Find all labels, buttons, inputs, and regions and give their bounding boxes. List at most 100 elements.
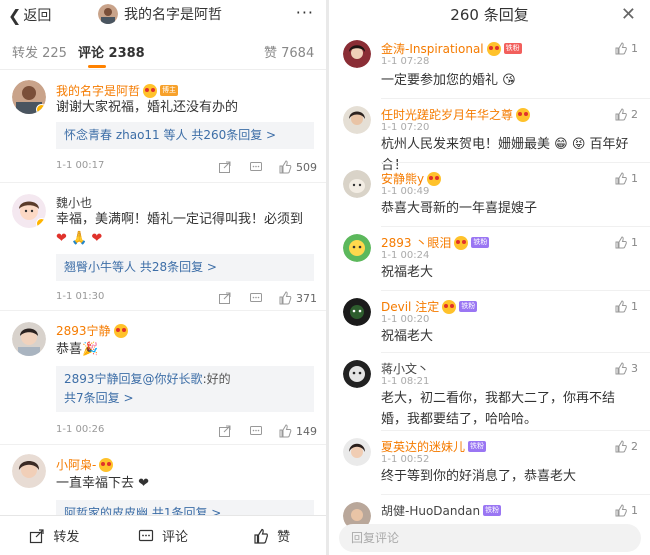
reply-count-link[interactable]: 共7条回复 > — [64, 389, 306, 408]
author-name: 安静熊y — [381, 172, 425, 186]
reply-count-link[interactable]: 共28条回复 > — [140, 260, 217, 274]
reply-author[interactable]: 夏英达的迷妹儿 铁粉 — [381, 438, 487, 455]
comment-button[interactable]: 评论 — [109, 516, 218, 555]
reply-author[interactable]: 蒋小文丶 — [381, 360, 429, 377]
divider — [381, 162, 650, 163]
comment-icon[interactable] — [249, 291, 263, 308]
divider — [381, 226, 650, 227]
share-icon[interactable] — [218, 424, 232, 441]
avatar[interactable] — [343, 234, 371, 262]
avatar[interactable] — [12, 454, 46, 488]
forward-button[interactable]: 转发 — [0, 516, 109, 555]
author-name: 2893 丶眼泪 — [381, 236, 452, 250]
tab-comment[interactable]: 评论 2388 — [78, 42, 145, 61]
reply-author[interactable]: 金涛-Inspirational 铁粉 — [381, 40, 522, 57]
avatar[interactable] — [343, 438, 371, 466]
page-title: 我的名字是阿哲 — [124, 7, 222, 23]
avatar[interactable] — [343, 360, 371, 388]
reply-summary[interactable]: 翘臀小牛等人 共28条回复 > — [56, 254, 314, 281]
sheet-header: 260 条回复 ✕ — [329, 0, 650, 30]
like-button[interactable]: 371 — [278, 291, 317, 305]
like-button[interactable]: 1 — [614, 300, 638, 313]
back-button[interactable]: ❮ 返回 — [8, 5, 51, 25]
fan-emoji-icon — [486, 41, 501, 56]
reply-summary[interactable]: 2893宁静回复@你好长歌:好的 共7条回复 > — [56, 366, 314, 412]
reply-input[interactable]: 回复评论 — [339, 524, 641, 552]
thumbs-up-icon — [615, 300, 627, 313]
comment-icon[interactable] — [249, 160, 263, 177]
like-count: 2 — [631, 440, 638, 453]
reply-time: 1-1 07:28 — [381, 56, 430, 67]
like-button[interactable]: 3 — [614, 362, 638, 375]
avatar[interactable] — [343, 106, 371, 134]
thumbs-up-icon — [615, 108, 627, 121]
like-count: 1 — [631, 172, 638, 185]
author-name: 金涛-Inspirational — [381, 42, 484, 56]
reply-names: 翘臀小牛等人 — [64, 260, 137, 274]
reply-count-link[interactable]: 共260条回复 > — [191, 128, 276, 142]
sheet-title: 260 条回复 — [450, 6, 529, 24]
like-count: 2 — [631, 108, 638, 121]
comment-text: 一直幸福下去 ❤ — [56, 476, 150, 491]
like-label: 赞 — [277, 530, 291, 545]
tab-bar: 转发 225 评论 2388 赞 7684 — [0, 36, 326, 70]
reply-text: 终于等到你的好消息了，恭喜老大 — [381, 469, 577, 484]
like-button[interactable]: 509 — [278, 160, 317, 174]
like-button[interactable]: 2 — [614, 108, 638, 121]
close-icon[interactable]: ✕ — [621, 4, 636, 25]
avatar[interactable] — [343, 298, 371, 326]
like-button[interactable]: 1 — [614, 42, 638, 55]
comment-author[interactable]: 2893宁静 — [56, 322, 128, 339]
reply-author[interactable]: 2893宁静回复 — [64, 372, 143, 386]
reply-author[interactable]: 任时光蹉跎岁月年华之尊 — [381, 106, 531, 123]
fan-emoji-icon — [427, 171, 442, 186]
like-post-button[interactable]: 赞 — [217, 516, 326, 555]
avatar[interactable] — [343, 40, 371, 68]
reply-author[interactable]: 2893 丶眼泪 铁粉 — [381, 234, 490, 251]
fan-emoji-icon — [113, 323, 128, 338]
avatar[interactable] — [12, 80, 46, 114]
divider — [381, 352, 650, 353]
comment-author[interactable]: 小阿枭- — [56, 456, 114, 473]
avatar[interactable] — [343, 170, 371, 198]
avatar[interactable] — [12, 322, 46, 356]
share-icon[interactable] — [218, 291, 232, 308]
post-author[interactable]: 我的名字是阿哲 — [98, 4, 222, 24]
reply-item: 任时光蹉跎岁月年华之尊 1-1 07:20 杭州人民发来贺电！姗姗最美 😁 😝 … — [329, 102, 650, 173]
author-tag: 铁粉 — [471, 237, 490, 248]
share-icon[interactable] — [218, 160, 232, 177]
comment-author[interactable]: 我的名字是阿哲 博主 — [56, 82, 179, 99]
reply-time: 1-1 00:52 — [381, 454, 430, 465]
tab-like[interactable]: 赞 7684 — [264, 42, 314, 61]
replies-sheet: 260 条回复 ✕ 金涛-Inspirational 铁粉 1-1 07:28 … — [329, 0, 650, 555]
reply-author[interactable]: 胡健-HuoDandan 铁粉 — [381, 502, 502, 519]
comment-time: 1-1 00:17 — [56, 160, 105, 171]
bottom-action-bar: 转发 评论 赞 — [0, 515, 326, 555]
thumbs-up-icon — [615, 172, 627, 185]
verified-badge-icon — [36, 104, 46, 114]
comment-detail-pane: ❮ 返回 我的名字是阿哲 ··· 转发 225 评论 2388 赞 7684 我… — [0, 0, 326, 555]
comment-label: 评论 — [162, 530, 189, 545]
reply-preview: 2893宁静回复@你好长歌:好的 — [64, 370, 306, 389]
author-tag: 铁粉 — [459, 301, 478, 312]
like-button[interactable]: 2 — [614, 440, 638, 453]
comment-time: 1-1 00:26 — [56, 424, 105, 435]
like-button[interactable]: 1 — [614, 504, 638, 517]
reply-item: Devil 注定 铁粉 1-1 00:20 祝福老大 1 — [329, 294, 650, 352]
divider — [0, 310, 326, 311]
reply-author[interactable]: 安静熊y — [381, 170, 442, 187]
like-button[interactable]: 149 — [278, 424, 317, 438]
like-button[interactable]: 1 — [614, 236, 638, 249]
more-icon[interactable]: ··· — [296, 3, 314, 22]
comment-author[interactable]: 魏小也 — [56, 194, 92, 211]
reply-mention[interactable]: @你好长歌 — [143, 372, 203, 386]
like-button[interactable]: 1 — [614, 172, 638, 185]
reply-author[interactable]: Devil 注定 铁粉 — [381, 298, 478, 315]
comment-icon[interactable] — [249, 424, 263, 441]
comment-item: 小阿枭- 一直幸福下去 ❤ 阿哲家的皮皮幽 共1条回复 > — [0, 448, 326, 527]
author-tag: 博主 — [160, 85, 179, 96]
tab-forward[interactable]: 转发 225 — [12, 42, 67, 61]
thumbs-up-icon — [615, 504, 627, 517]
reply-summary[interactable]: 怀念青春 zhao11 等人 共260条回复 > — [56, 122, 314, 149]
avatar[interactable] — [12, 194, 46, 228]
